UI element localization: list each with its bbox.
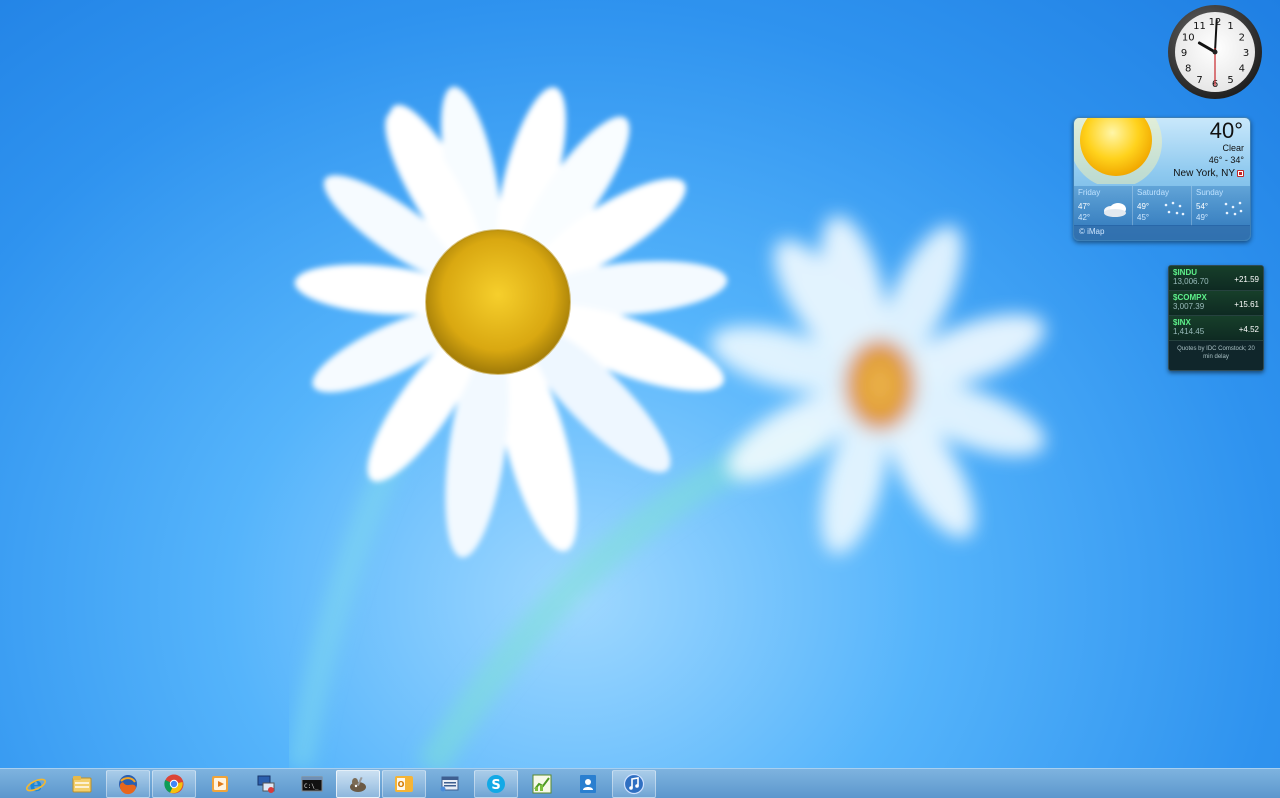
forecast-low: 49°	[1196, 213, 1209, 222]
weather-credit-link[interactable]: © iMap	[1074, 225, 1250, 240]
taskbar-stats-app[interactable]	[520, 770, 564, 798]
forecast-high: 49°	[1137, 202, 1150, 211]
taskbar-firefox[interactable]	[106, 769, 150, 798]
clock-numeral: 12	[1209, 17, 1222, 28]
internet-explorer-icon: e	[25, 773, 47, 795]
forecast-high: 47°	[1078, 202, 1091, 211]
forecast-day-name: Saturday	[1137, 188, 1170, 197]
svg-text:C:\_: C:\_	[304, 783, 319, 790]
stock-row[interactable]: $COMPX 3,007.39 +15.61	[1169, 291, 1263, 316]
stock-row[interactable]: $INDU 13,006.70 +21.59	[1169, 266, 1263, 291]
clock-numeral: 1	[1227, 21, 1233, 32]
forecast-day: Saturday 49° 45°	[1133, 186, 1192, 226]
svg-text:O: O	[398, 780, 405, 789]
cloudy-icon	[1104, 203, 1126, 217]
location-icon[interactable]	[1237, 170, 1244, 177]
weather-location[interactable]: New York, NY	[1173, 168, 1244, 179]
snow-icon	[1164, 201, 1185, 216]
stocks-gadget[interactable]: $INDU 13,006.70 +21.59 $COMPX 3,007.39 +…	[1168, 265, 1264, 371]
chart-icon	[532, 774, 552, 793]
contacts-icon	[580, 774, 596, 793]
stock-row[interactable]: $INX 1,414.45 +4.52	[1169, 316, 1263, 341]
forecast-low: 45°	[1137, 213, 1150, 222]
clock-numeral: 10	[1182, 33, 1195, 44]
snow-icon	[1224, 201, 1243, 216]
outlook-icon: O	[395, 775, 413, 792]
forecast-day-name: Friday	[1078, 188, 1101, 197]
forecast-low: 42°	[1078, 213, 1091, 222]
current-temperature: 40°	[1209, 118, 1243, 143]
clock-numeral: 8	[1185, 64, 1191, 75]
forecast-day-name: Sunday	[1196, 188, 1224, 197]
temperature-range: 46° - 34°	[1208, 155, 1244, 165]
taskbar-itunes[interactable]	[612, 769, 656, 798]
taskbar-chrome[interactable]	[152, 769, 196, 798]
stock-change: +21.59	[1234, 275, 1259, 284]
clock-face: 121234567891011	[1168, 5, 1262, 99]
clock-numeral: 7	[1196, 75, 1202, 86]
clock-numeral: 4	[1239, 64, 1245, 75]
media-player-icon	[212, 775, 228, 792]
firefox-icon	[119, 774, 137, 794]
svg-text:e: e	[30, 773, 43, 795]
weather-gadget[interactable]: 40° Clear 46° - 34° New York, NY Friday …	[1073, 117, 1251, 241]
clock-numeral: 3	[1243, 48, 1249, 59]
clock-numeral: 11	[1193, 21, 1206, 32]
desktop-wallpaper	[287, 86, 1046, 768]
skype-icon: S	[487, 774, 505, 793]
taskbar-remote-desktop[interactable]	[244, 770, 288, 798]
clock-numeral: 2	[1239, 33, 1245, 44]
command-prompt-icon: C:\_	[301, 776, 323, 791]
forecast-day: Sunday 54° 49°	[1192, 186, 1250, 226]
forecast-day: Friday 47° 42°	[1074, 186, 1133, 226]
gimp-icon	[350, 776, 366, 792]
taskbar-outlook[interactable]: O	[382, 769, 426, 798]
remote-desktop-icon	[257, 775, 275, 793]
taskbar-gimp[interactable]	[336, 769, 380, 798]
taskbar-contacts[interactable]	[566, 770, 610, 798]
clock-gadget[interactable]: 121234567891011	[1167, 4, 1263, 100]
svg-text:S: S	[491, 778, 500, 793]
clock-numeral: 9	[1181, 48, 1187, 59]
sun-icon	[1074, 118, 1162, 184]
folder-icon	[72, 775, 92, 792]
taskbar-command-prompt[interactable]: C:\_	[290, 770, 334, 798]
weather-city-label: New York, NY	[1173, 168, 1235, 179]
forecast-strip: Friday 47° 42° Saturday 49° 45° Sunday 5…	[1074, 186, 1250, 226]
taskbar-internet-explorer[interactable]: e	[14, 770, 58, 798]
chrome-icon	[164, 774, 184, 793]
stocks-disclaimer: Quotes by IDC Comstock; 20 min delay	[1177, 346, 1255, 360]
taskbar: e C:\_ O S	[0, 768, 1280, 798]
taskbar-skype[interactable]: S	[474, 769, 518, 798]
itunes-icon	[623, 773, 645, 794]
taskbar-network-tool[interactable]	[428, 770, 472, 798]
stock-change: +15.61	[1234, 300, 1259, 309]
taskbar-file-explorer[interactable]	[60, 770, 104, 798]
clock-numeral: 5	[1227, 75, 1233, 86]
taskbar-media-player[interactable]	[198, 770, 242, 798]
forecast-high: 54°	[1196, 202, 1209, 211]
weather-condition: Clear	[1222, 143, 1244, 153]
stock-change: +4.52	[1238, 325, 1259, 334]
network-tool-icon	[440, 776, 459, 791]
